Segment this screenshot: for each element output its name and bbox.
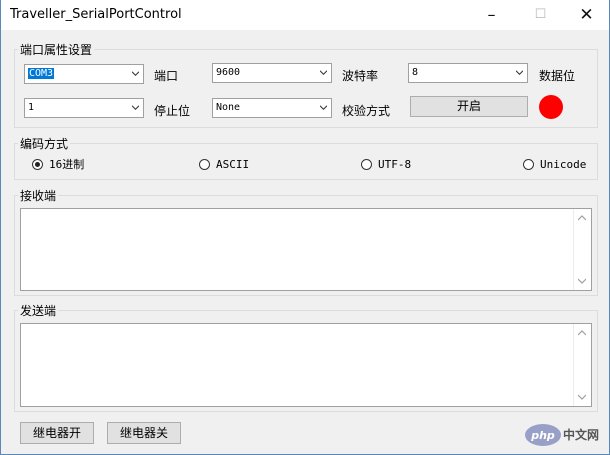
port-value: COM3 <box>28 68 55 79</box>
parity-label: 校验方式 <box>342 104 391 118</box>
window-title: Traveller_SerialPortControl <box>10 7 182 22</box>
scroll-up-icon[interactable] <box>578 215 586 221</box>
title-bar[interactable]: Traveller_SerialPortControl – ☐ ✕ <box>1 0 609 30</box>
port-settings-title: 端口属性设置 <box>18 41 95 58</box>
radio-ascii-label: ASCII <box>216 158 250 171</box>
encoding-group <box>14 143 598 180</box>
open-port-button[interactable]: 开启 <box>410 96 528 117</box>
maximize-button[interactable]: ☐ <box>518 0 563 30</box>
chevron-down-icon <box>516 70 523 75</box>
scroll-up-icon[interactable] <box>578 330 586 336</box>
stop-bits-label: 停止位 <box>154 104 191 118</box>
port-select[interactable]: COM3 <box>24 64 144 84</box>
radio-unicode-label: Unicode <box>540 158 587 171</box>
app-window: Traveller_SerialPortControl – ☐ ✕ 端口属性设置… <box>0 0 610 455</box>
receive-title: 接收端 <box>18 187 59 204</box>
data-bits-value: 8 <box>412 67 419 78</box>
send-title: 发送端 <box>18 302 59 319</box>
relay-off-button[interactable]: 继电器关 <box>107 422 181 444</box>
stop-bits-select[interactable]: 1 <box>24 98 144 118</box>
watermark-text: php 中文网 <box>530 427 599 442</box>
receive-scrollbar[interactable] <box>573 209 591 290</box>
minimize-button[interactable]: – <box>469 0 514 30</box>
parity-select[interactable]: None <box>212 98 332 118</box>
radio-ascii-dot[interactable] <box>199 159 210 170</box>
scroll-down-icon[interactable] <box>578 394 586 400</box>
send-scrollbar[interactable] <box>573 324 591 406</box>
radio-utf8-label: UTF-8 <box>378 158 412 171</box>
radio-utf8-dot[interactable] <box>361 159 372 170</box>
data-bits-select[interactable]: 8 <box>408 63 528 83</box>
radio-hex-dot[interactable] <box>32 159 43 170</box>
send-textbox[interactable] <box>20 323 592 407</box>
status-indicator <box>539 95 563 119</box>
baud-rate-value: 9600 <box>216 67 241 78</box>
relay-on-button[interactable]: 继电器开 <box>20 422 94 444</box>
chevron-down-icon <box>320 105 327 110</box>
chevron-down-icon <box>320 70 327 75</box>
port-label: 端口 <box>154 69 179 83</box>
radio-unicode-dot[interactable] <box>523 159 534 170</box>
receive-textbox[interactable] <box>20 208 592 291</box>
chevron-down-icon <box>132 71 139 76</box>
chevron-down-icon <box>132 105 139 110</box>
parity-value: None <box>216 102 241 113</box>
close-button[interactable]: ✕ <box>564 0 609 30</box>
stop-bits-value: 1 <box>28 102 35 113</box>
radio-hex-label: 16进制 <box>49 158 85 171</box>
encoding-title: 编码方式 <box>18 135 71 152</box>
data-bits-label: 数据位 <box>539 69 576 83</box>
scroll-down-icon[interactable] <box>578 278 586 284</box>
baud-rate-label: 波特率 <box>342 69 379 83</box>
php-cn-watermark: php 中文网 <box>525 424 599 446</box>
baud-rate-select[interactable]: 9600 <box>212 63 332 83</box>
